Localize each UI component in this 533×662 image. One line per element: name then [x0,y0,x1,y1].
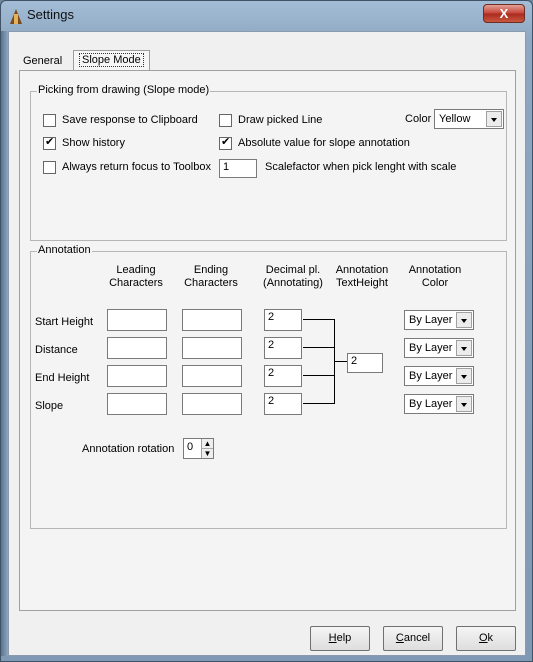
start-height-ending-input[interactable] [182,309,242,331]
tab-general[interactable]: General [18,52,67,70]
window-edge [1,31,8,656]
show-history-checkbox[interactable] [43,135,56,150]
distance-ending-input[interactable] [182,337,242,359]
scalefactor-input[interactable]: 1 [219,159,257,178]
annotation-rotation-label: Annotation rotation [82,443,175,455]
bracket-line [303,403,335,404]
distance-color-select[interactable]: By Layer [404,338,474,358]
end-height-color-select[interactable]: By Layer [404,366,474,386]
absolute-value-label[interactable]: Absolute value for slope annotation [238,137,410,149]
decimal-places-header: Decimal pl. (Annotating) [263,264,323,289]
end-height-color-value: By Layer [409,370,453,382]
help-button-label: elp [336,632,352,644]
ok-button[interactable]: Ok [456,626,516,651]
color-select-value: Yellow [439,113,471,125]
cancel-button-hotkey: C [395,632,404,644]
annotation-color-header: Annotation Color [408,264,462,289]
bracket-line [303,347,335,348]
end-height-label: End Height [35,372,90,384]
cancel-button-label: ancel [403,632,431,644]
distance-color-value: By Layer [409,342,453,354]
slope-leading-input[interactable] [107,393,167,415]
slope-ending-input[interactable] [182,393,242,415]
return-focus-checkbox[interactable] [43,161,56,174]
help-button-hotkey: H [328,632,337,644]
ending-characters-header: Ending Characters [184,264,238,289]
distance-decimal-input[interactable]: 2 [264,337,302,359]
start-height-leading-input[interactable] [107,309,167,331]
chevron-down-icon[interactable] [456,312,472,328]
start-height-decimal-input[interactable]: 2 [264,309,302,331]
slope-color-value: By Layer [409,398,453,410]
save-clipboard-label[interactable]: Save response to Clipboard [62,114,198,126]
save-clipboard-checkbox[interactable] [43,114,56,127]
spin-up-icon[interactable]: ▲ [202,439,213,449]
bracket-line [303,319,335,320]
absolute-value-checkbox[interactable] [219,135,232,150]
start-height-color-select[interactable]: By Layer [404,310,474,330]
color-select[interactable]: Yellow [434,109,504,129]
slope-label: Slope [35,400,64,412]
ok-button-label: k [487,632,494,644]
start-height-label: Start Height [35,316,94,328]
text-height-input[interactable]: 2 [347,353,383,373]
color-label: Color [405,113,432,125]
settings-window: Settings X General Slope Mode Picking fr… [0,0,533,662]
annotation-group: Annotation Leading Characters Ending Cha… [30,244,507,529]
annotation-rotation-spinner[interactable]: 0 ▲ ▼ [183,438,214,459]
annotation-group-title: Annotation [37,244,92,256]
app-icon [10,9,22,24]
chevron-down-icon[interactable] [456,396,472,412]
picking-group: Picking from drawing (Slope mode) Save r… [30,84,507,241]
tab-slope-mode[interactable]: Slope Mode [73,50,150,71]
distance-leading-input[interactable] [107,337,167,359]
start-height-color-value: By Layer [409,314,453,326]
tab-slope-mode-label: Slope Mode [79,53,144,67]
spin-down-icon[interactable]: ▼ [202,449,213,459]
annotation-rotation-value: 0 [187,441,194,453]
annotation-textheight-header: Annotation TextHeight [335,264,389,289]
picking-group-title: Picking from drawing (Slope mode) [37,84,211,96]
bracket-line [303,375,335,376]
title-bar[interactable]: Settings X [1,1,532,31]
end-height-ending-input[interactable] [182,365,242,387]
end-height-leading-input[interactable] [107,365,167,387]
help-button[interactable]: Help [310,626,370,651]
draw-picked-line-checkbox[interactable] [219,114,232,127]
slope-decimal-input[interactable]: 2 [264,393,302,415]
bracket-line [334,361,347,362]
draw-picked-line-label[interactable]: Draw picked Line [238,114,322,126]
dialog-client-area: General Slope Mode Picking from drawing … [8,31,526,656]
end-height-decimal-input[interactable]: 2 [264,365,302,387]
distance-label: Distance [35,344,78,356]
show-history-label[interactable]: Show history [62,137,125,149]
leading-characters-header: Leading Characters [109,264,163,289]
chevron-down-icon[interactable] [456,368,472,384]
ok-button-hotkey: O [478,632,488,644]
return-focus-label[interactable]: Always return focus to Toolbox [62,161,211,173]
slope-mode-panel: Picking from drawing (Slope mode) Save r… [19,70,516,611]
slope-color-select[interactable]: By Layer [404,394,474,414]
close-button[interactable]: X [483,4,525,23]
chevron-down-icon[interactable] [486,111,502,127]
scalefactor-label: Scalefactor when pick lenght with scale [265,161,457,173]
chevron-down-icon[interactable] [456,340,472,356]
window-title: Settings [27,7,74,22]
cancel-button[interactable]: Cancel [383,626,443,651]
spinner-arrows: ▲ ▼ [201,439,213,458]
